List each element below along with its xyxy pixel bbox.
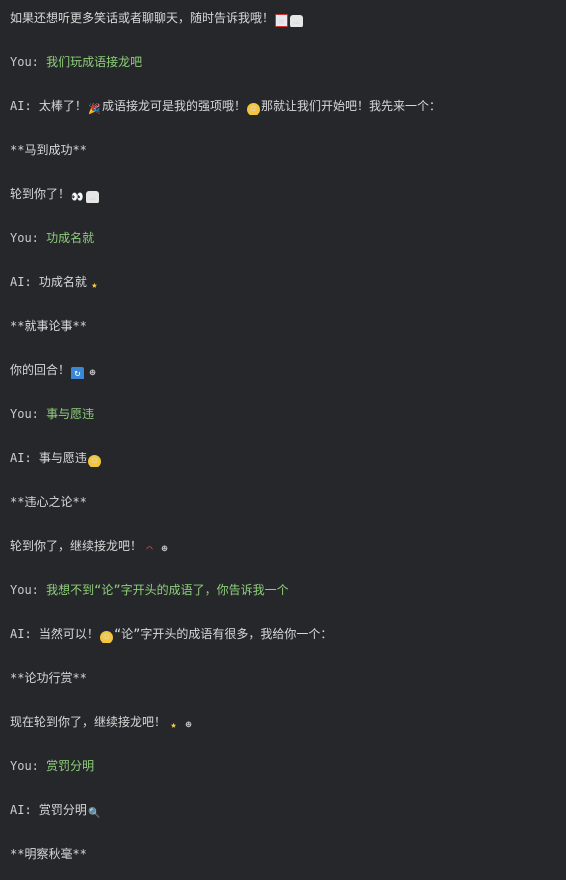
chat-transcript: 如果还想听更多笑话或者聊聊天，随时告诉我哦！ ✉… You: 我们玩成语接龙吧 AI:…	[0, 0, 566, 880]
message-text: 现在轮到你了，继续接龙吧！	[10, 715, 167, 729]
star-icon: ★	[91, 280, 98, 291]
message-line: **论功行赏**	[10, 669, 560, 687]
message-text: 我们玩成语接龙吧	[46, 55, 143, 69]
ai-message: AI: 当然可以！ ☺ “论”字开头的成语有很多，我给你一个：	[10, 625, 560, 643]
message-line: 轮到你了！👀…	[10, 185, 560, 203]
message-line: 现在轮到你了，继续接龙吧！ ★ ☻	[10, 713, 560, 731]
ai-message: AI: 赏罚分明🔍	[10, 801, 560, 819]
speaker-label: AI:	[10, 275, 32, 289]
speaker-label: You:	[10, 231, 39, 245]
message-line: **就事论事**	[10, 317, 560, 335]
message-text: **违心之论**	[10, 495, 87, 509]
user-message: You: 我想不到“论”字开头的成语了，你告诉我一个	[10, 581, 560, 599]
message-text: 如果还想听更多笑话或者聊聊天，随时告诉我哦！	[10, 11, 275, 25]
message-text: 当然可以！	[38, 627, 99, 641]
message-text: 那就让我们开始吧！我先来一个：	[260, 99, 441, 113]
message-text: 轮到你了！	[10, 187, 71, 201]
speaker-label: You:	[10, 407, 39, 421]
user-message: You: 功成名就	[10, 229, 560, 247]
message-text: 成语接龙可是我的强项哦！	[101, 99, 246, 113]
message-text: “论”字开头的成语有很多，我给你一个：	[113, 627, 333, 641]
message-line: **马到成功**	[10, 141, 560, 159]
user-message: You: 事与愿违	[10, 405, 560, 423]
party-icon: 🎉	[88, 104, 101, 115]
speech-icon: …	[290, 15, 304, 27]
person-icon: ☻	[89, 368, 96, 379]
speaker-label: You:	[10, 583, 39, 597]
grin-icon: ☺	[99, 631, 113, 643]
message-text: 功成名就	[46, 231, 95, 245]
ai-message: AI: 事与愿违 ☺	[10, 449, 560, 467]
speaker-label: AI:	[10, 99, 32, 113]
magnifier-icon: 🔍	[88, 808, 101, 819]
user-message: You: 赏罚分明	[10, 757, 560, 775]
eyes-icon: 👀	[71, 192, 84, 203]
message-text: **明察秋毫**	[10, 847, 87, 861]
message-line: **明察秋毫**	[10, 845, 560, 863]
message-text: 我想不到“论”字开头的成语了，你告诉我一个	[46, 583, 289, 597]
envelope-icon: ✉	[275, 14, 289, 27]
speech-icon: …	[86, 191, 100, 203]
sweat-icon: ☺	[87, 455, 101, 467]
message-text: 事与愿违	[46, 407, 95, 421]
message-line: 如果还想听更多笑话或者聊聊天，随时告诉我哦！ ✉…	[10, 9, 560, 27]
message-text: **马到成功**	[10, 143, 87, 157]
person-icon: ☻	[161, 544, 168, 555]
person-icon: ☻	[185, 720, 192, 731]
cycle-icon: ↻	[71, 367, 85, 379]
message-text: 赏罚分明	[46, 759, 95, 773]
speaker-label: You:	[10, 55, 39, 69]
message-text: 你的回合！	[10, 363, 71, 377]
message-line: 轮到你了，继续接龙吧！ ◠ ☻	[10, 537, 560, 555]
message-text: 事与愿违	[38, 451, 87, 465]
speaker-label: AI:	[10, 803, 32, 817]
message-text: 轮到你了，继续接龙吧！	[10, 539, 143, 553]
message-line: **违心之论**	[10, 493, 560, 511]
speaker-label: AI:	[10, 451, 32, 465]
user-message: You: 我们玩成语接龙吧	[10, 53, 560, 71]
star-icon: ★	[170, 720, 177, 731]
message-text: **就事论事**	[10, 319, 87, 333]
ai-message: AI: 太棒了！🎉成语接龙可是我的强项哦！ ☺ 那就让我们开始吧！我先来一个：	[10, 97, 560, 115]
message-line: 你的回合！ ↻ ☻	[10, 361, 560, 379]
speaker-label: AI:	[10, 627, 32, 641]
message-text: **论功行赏**	[10, 671, 87, 685]
rainbow-icon: ◠	[146, 544, 153, 555]
message-text: 太棒了！	[38, 99, 87, 113]
speaker-label: You:	[10, 759, 39, 773]
ai-message: AI: 功成名就 ★	[10, 273, 560, 291]
message-text: 赏罚分明	[38, 803, 87, 817]
message-text: 功成名就	[38, 275, 87, 289]
grin-icon: ☺	[246, 103, 260, 115]
